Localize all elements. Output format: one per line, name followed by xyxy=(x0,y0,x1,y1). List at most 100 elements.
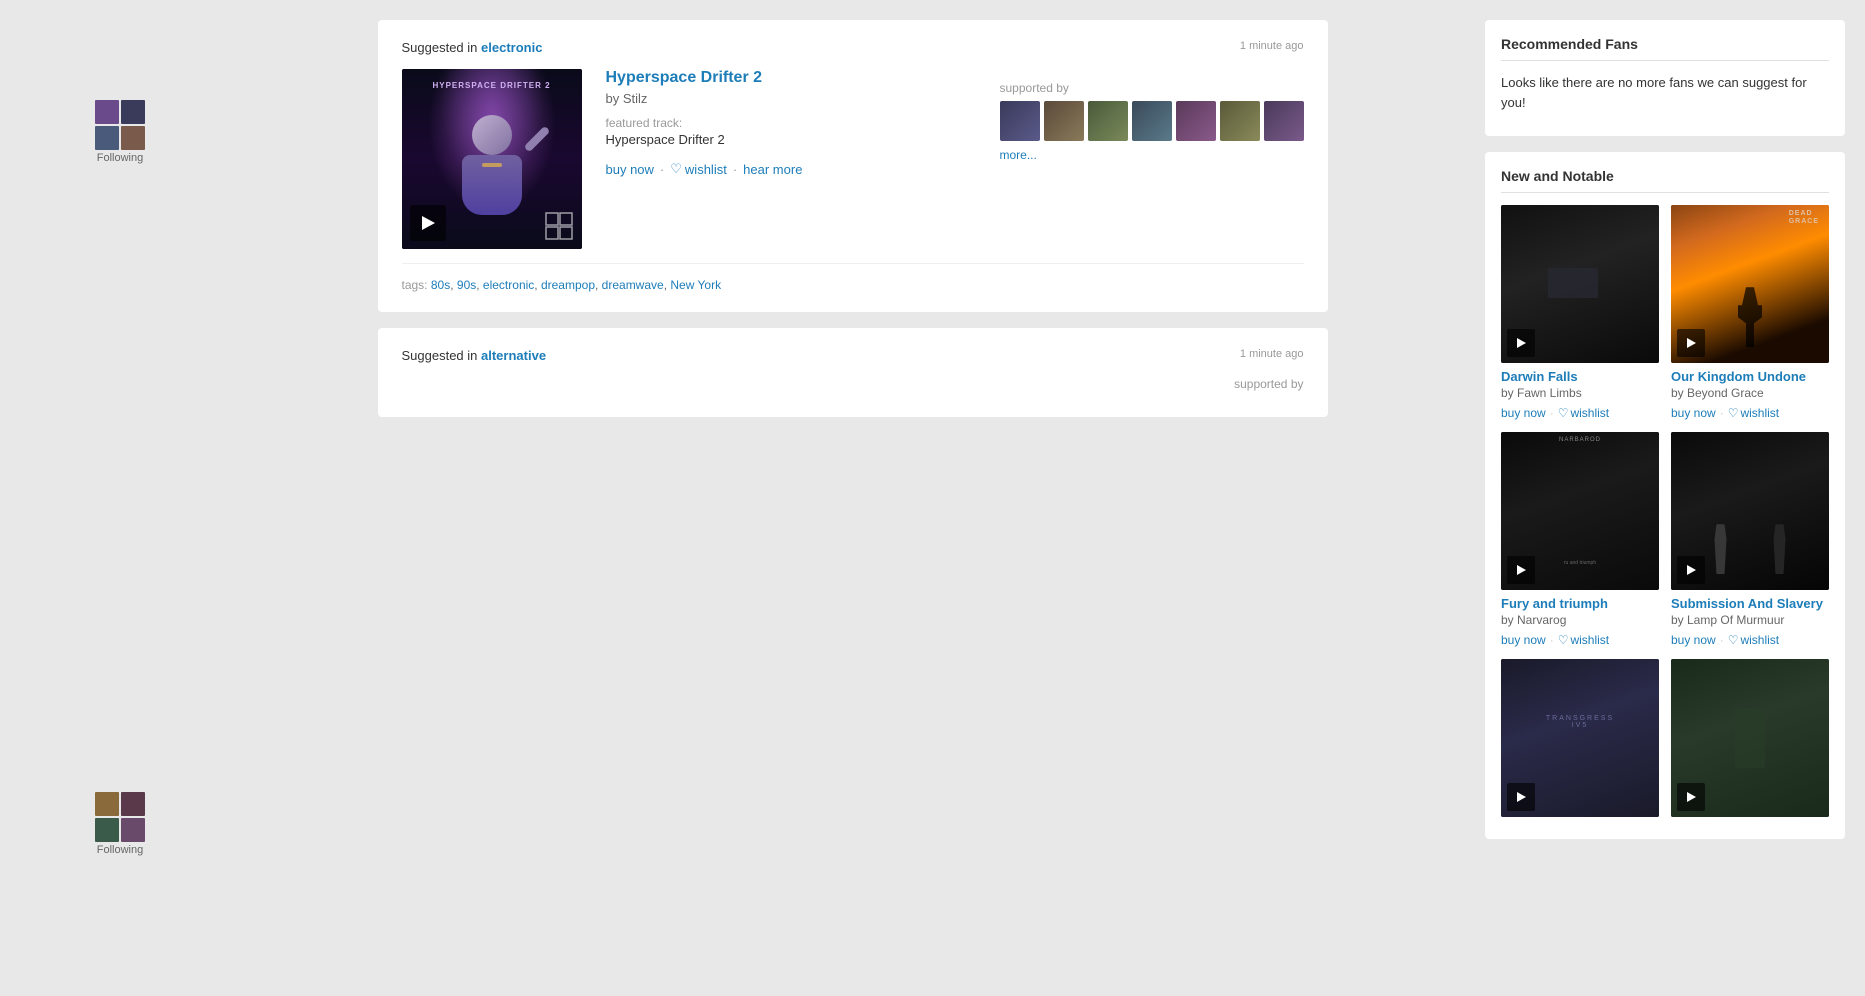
play-icon xyxy=(1517,565,1526,575)
notable-cover-last-el[interactable] xyxy=(1671,659,1829,817)
play-icon xyxy=(1687,792,1696,802)
avatar-cell xyxy=(121,792,145,816)
play-icon xyxy=(1517,792,1526,802)
notable-item-darwin-falls[interactable]: Darwin Falls by Fawn Limbs buy now · ♡ w… xyxy=(1501,205,1659,420)
avatar-cell xyxy=(121,818,145,842)
play-button-submission[interactable] xyxy=(1677,556,1705,584)
notable-cover-kingdom[interactable]: DEADGRACE xyxy=(1671,205,1829,363)
new-notable-title: New and Notable xyxy=(1501,168,1829,193)
notable-item-kingdom[interactable]: DEADGRACE Our Kingdom Undone by Beyond G… xyxy=(1671,205,1829,420)
album-icon-overlay xyxy=(544,211,574,241)
notable-actions-submission: buy now · ♡ wishlist xyxy=(1671,633,1829,647)
supported-by-label: supported by xyxy=(1000,81,1304,95)
card-header-2: Suggested in alternative 1 minute ago xyxy=(402,348,1304,363)
notable-cover-transgressiv-el[interactable]: TRANSGRESSIV5 xyxy=(1501,659,1659,817)
notable-buy-submission[interactable]: buy now xyxy=(1671,633,1716,647)
album-info: supported by more... Hyperspace Dri xyxy=(606,69,1304,249)
sidebar: Recommended Fans Looks like there are no… xyxy=(1485,20,1845,856)
tag-80s[interactable]: 80s xyxy=(431,278,450,292)
suggested-label-2: Suggested in alternative xyxy=(402,348,547,363)
tag-electronic[interactable]: electronic xyxy=(483,278,534,292)
supporter-avatar[interactable] xyxy=(1220,101,1260,141)
notable-item-fury[interactable]: NARBAROD ru and triumph Fury and triumph… xyxy=(1501,432,1659,647)
notable-title-darwin[interactable]: Darwin Falls xyxy=(1501,369,1659,384)
avatar-cell xyxy=(95,126,119,150)
tag-dreamwave[interactable]: dreamwave xyxy=(602,278,664,292)
hear-more-link[interactable]: hear more xyxy=(743,162,802,177)
notable-actions-kingdom: buy now · ♡ wishlist xyxy=(1671,406,1829,420)
following-avatar-grid-2[interactable] xyxy=(95,792,145,842)
card-body: supported by more... Hyperspace Dri xyxy=(402,69,1304,249)
following-label: Following xyxy=(95,152,145,164)
recommended-fans-title: Recommended Fans xyxy=(1501,36,1829,61)
play-icon xyxy=(1517,338,1526,348)
tag-new-york[interactable]: New York xyxy=(670,278,721,292)
notable-artist-kingdom: by Beyond Grace xyxy=(1671,386,1829,400)
notable-grid: Darwin Falls by Fawn Limbs buy now · ♡ w… xyxy=(1501,205,1829,823)
play-icon xyxy=(1687,338,1696,348)
heart-icon: ♡ xyxy=(1558,406,1569,420)
supporter-avatars xyxy=(1000,101,1304,141)
notable-buy-darwin[interactable]: buy now xyxy=(1501,406,1546,420)
no-fans-text: Looks like there are no more fans we can… xyxy=(1501,65,1829,120)
feed-card-electronic: Suggested in electronic 1 minute ago xyxy=(378,20,1328,312)
genre-label-2[interactable]: alternative xyxy=(481,348,546,363)
play-icon xyxy=(1687,565,1696,575)
heart-icon: ♡ xyxy=(670,161,682,177)
tag-90s[interactable]: 90s xyxy=(457,278,476,292)
suggested-label: Suggested in electronic xyxy=(402,40,543,55)
notable-actions-darwin: buy now · ♡ wishlist xyxy=(1501,406,1659,420)
play-button-fury[interactable] xyxy=(1507,556,1535,584)
notable-item-transgressiv[interactable]: TRANSGRESSIV5 xyxy=(1501,659,1659,823)
heart-icon: ♡ xyxy=(1728,633,1739,647)
action-links: buy now · ♡ wishlist · hear more xyxy=(606,161,980,177)
album-figure xyxy=(447,115,537,225)
notable-cover-fury[interactable]: NARBAROD ru and triumph xyxy=(1501,432,1659,590)
notable-item-submission[interactable]: Submission And Slavery by Lamp Of Murmuu… xyxy=(1671,432,1829,647)
tag-dreampop[interactable]: dreampop xyxy=(541,278,595,292)
avatar-cell xyxy=(95,100,119,124)
avatar-cell xyxy=(121,126,145,150)
following-avatar-grid[interactable] xyxy=(95,100,145,150)
notable-cover-submission[interactable] xyxy=(1671,432,1829,590)
more-supporters-link[interactable]: more... xyxy=(1000,148,1037,162)
notable-buy-kingdom[interactable]: buy now xyxy=(1671,406,1716,420)
play-button[interactable] xyxy=(410,205,446,241)
following-label-2: Following xyxy=(95,844,145,856)
notable-wishlist-kingdom[interactable]: ♡ wishlist xyxy=(1728,406,1779,420)
wishlist-link[interactable]: ♡ wishlist xyxy=(670,161,727,177)
notable-actions-fury: buy now · ♡ wishlist xyxy=(1501,633,1659,647)
notable-wishlist-fury[interactable]: ♡ wishlist xyxy=(1558,633,1609,647)
notable-title-submission[interactable]: Submission And Slavery xyxy=(1671,596,1829,611)
supporter-avatar[interactable] xyxy=(1176,101,1216,141)
new-notable-section: New and Notable xyxy=(1485,152,1845,839)
play-button-transgressiv[interactable] xyxy=(1507,783,1535,811)
notable-item-last[interactable] xyxy=(1671,659,1829,823)
supporter-avatar[interactable] xyxy=(1044,101,1084,141)
genre-label[interactable]: electronic xyxy=(481,40,542,55)
supporter-avatar[interactable] xyxy=(1264,101,1304,141)
supported-by-label-2: supported by xyxy=(1234,377,1303,391)
play-button-kingdom[interactable] xyxy=(1677,329,1705,357)
notable-artist-fury: by Narvarog xyxy=(1501,613,1659,627)
heart-icon: ♡ xyxy=(1558,633,1569,647)
notable-artist-darwin: by Fawn Limbs xyxy=(1501,386,1659,400)
album-cover[interactable] xyxy=(402,69,582,249)
supporter-avatar[interactable] xyxy=(1088,101,1128,141)
notable-wishlist-darwin[interactable]: ♡ wishlist xyxy=(1558,406,1609,420)
supporter-avatar[interactable] xyxy=(1132,101,1172,141)
supporter-avatar[interactable] xyxy=(1000,101,1040,141)
avatar-cell xyxy=(95,818,119,842)
supported-by-section: supported by more... xyxy=(1000,81,1304,162)
play-button-darwin[interactable] xyxy=(1507,329,1535,357)
play-button-last[interactable] xyxy=(1677,783,1705,811)
feed-card-alternative: Suggested in alternative 1 minute ago su… xyxy=(378,328,1328,417)
notable-title-fury[interactable]: Fury and triumph xyxy=(1501,596,1659,611)
notable-title-kingdom[interactable]: Our Kingdom Undone xyxy=(1671,369,1829,384)
notable-artist-submission: by Lamp Of Murmuur xyxy=(1671,613,1829,627)
notable-buy-fury[interactable]: buy now xyxy=(1501,633,1546,647)
notable-cover-darwin-falls[interactable] xyxy=(1501,205,1659,363)
notable-wishlist-submission[interactable]: ♡ wishlist xyxy=(1728,633,1779,647)
play-icon xyxy=(422,216,435,230)
buy-now-link[interactable]: buy now xyxy=(606,162,654,177)
